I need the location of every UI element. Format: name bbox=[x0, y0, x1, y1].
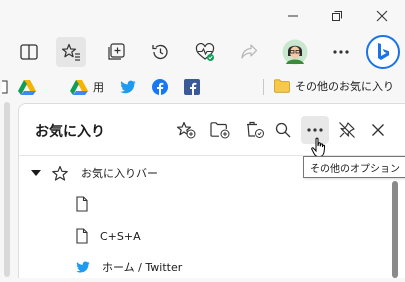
page-icon bbox=[2, 80, 8, 94]
tooltip: その他のオプション bbox=[303, 156, 405, 178]
minimize-icon bbox=[288, 15, 298, 17]
close-icon bbox=[372, 124, 384, 136]
more-horizontal-icon bbox=[333, 50, 349, 54]
share-button[interactable] bbox=[234, 37, 264, 67]
heart-pulse-icon bbox=[195, 43, 215, 61]
more-horizontal-icon bbox=[307, 128, 323, 132]
star-outline-icon bbox=[52, 165, 68, 181]
search-favorites-button[interactable] bbox=[269, 116, 297, 144]
tree-folder-label: お気に入りバー bbox=[81, 167, 158, 180]
page-icon bbox=[76, 228, 88, 244]
restore-icon bbox=[332, 11, 342, 21]
tree-item-csa[interactable]: C+S+A bbox=[19, 221, 389, 251]
history-icon bbox=[152, 44, 168, 60]
star-add-icon bbox=[176, 121, 196, 139]
favorites-bar: 用 その他のお気に入り bbox=[0, 71, 405, 101]
twitter-icon bbox=[76, 261, 90, 273]
favorites-bar-item-twitter[interactable] bbox=[120, 78, 136, 96]
tree-item-twitter[interactable]: ホーム / Twitter bbox=[19, 252, 389, 282]
favorites-bar-item-label: 用 bbox=[93, 81, 104, 94]
tree-item-label: ホーム / Twitter bbox=[102, 261, 183, 274]
pin-off-icon bbox=[339, 122, 355, 138]
bing-icon bbox=[366, 35, 400, 69]
tree-item-page[interactable] bbox=[19, 189, 389, 219]
close-window-button[interactable] bbox=[371, 6, 393, 26]
minimize-button[interactable] bbox=[282, 6, 304, 26]
caret-down-icon bbox=[31, 170, 41, 176]
bing-copilot-button[interactable] bbox=[366, 35, 400, 69]
folder-add-icon bbox=[210, 122, 230, 139]
favorites-bar-item-drive-1[interactable] bbox=[18, 78, 36, 96]
avatar bbox=[282, 39, 308, 65]
collections-button[interactable] bbox=[102, 37, 132, 67]
trash-clean-icon bbox=[247, 121, 264, 138]
google-drive-icon bbox=[70, 80, 88, 95]
settings-more-button[interactable] bbox=[326, 37, 356, 67]
page-scrollbar[interactable] bbox=[4, 102, 10, 277]
favorites-bar-item-cut[interactable] bbox=[2, 78, 8, 96]
share-icon bbox=[241, 44, 258, 59]
google-drive-icon bbox=[18, 80, 36, 95]
favorites-bar-item-drive-1-label bbox=[40, 78, 54, 96]
favorites-bar-item-facebook-page[interactable] bbox=[184, 78, 200, 96]
favorites-bar-item-facebook[interactable] bbox=[152, 78, 168, 96]
collections-icon bbox=[108, 43, 125, 60]
twitter-icon bbox=[120, 80, 136, 94]
split-screen-button[interactable] bbox=[14, 37, 44, 67]
favorites-button[interactable] bbox=[56, 37, 86, 67]
panel-scrollbar[interactable] bbox=[392, 181, 398, 278]
browser-essentials-button[interactable] bbox=[190, 37, 220, 67]
close-icon bbox=[376, 10, 388, 22]
favorites-panel: お気に入り お気に入りバー C+S+A ホーム / Twitter bbox=[18, 103, 405, 278]
favorites-bar-divider bbox=[263, 79, 264, 95]
facebook-square-icon bbox=[184, 79, 200, 95]
other-favorites-button[interactable]: その他のお気に入り bbox=[274, 76, 394, 96]
favorites-star-list-icon bbox=[61, 43, 80, 61]
other-favorites-label: その他のお気に入り bbox=[295, 80, 394, 93]
unpin-panel-button[interactable] bbox=[333, 116, 361, 144]
history-button[interactable] bbox=[145, 37, 175, 67]
folder-icon bbox=[274, 79, 290, 93]
add-this-page-to-favorites-button[interactable] bbox=[172, 116, 200, 144]
browser-toolbar bbox=[0, 34, 405, 70]
restore-button[interactable] bbox=[326, 6, 348, 26]
search-icon bbox=[275, 122, 291, 138]
favorites-bar-item-drive-2[interactable]: 用 bbox=[70, 78, 104, 96]
facebook-icon bbox=[152, 79, 168, 95]
remove-duplicates-button[interactable] bbox=[241, 116, 269, 144]
add-folder-button[interactable] bbox=[206, 116, 234, 144]
title-bar bbox=[0, 0, 405, 34]
page-icon bbox=[76, 196, 88, 212]
profile-button[interactable] bbox=[280, 37, 310, 67]
tree-item-label: C+S+A bbox=[100, 229, 141, 243]
split-screen-icon bbox=[20, 44, 38, 60]
panel-title: お気に入り bbox=[35, 124, 105, 140]
close-panel-button[interactable] bbox=[364, 116, 392, 144]
